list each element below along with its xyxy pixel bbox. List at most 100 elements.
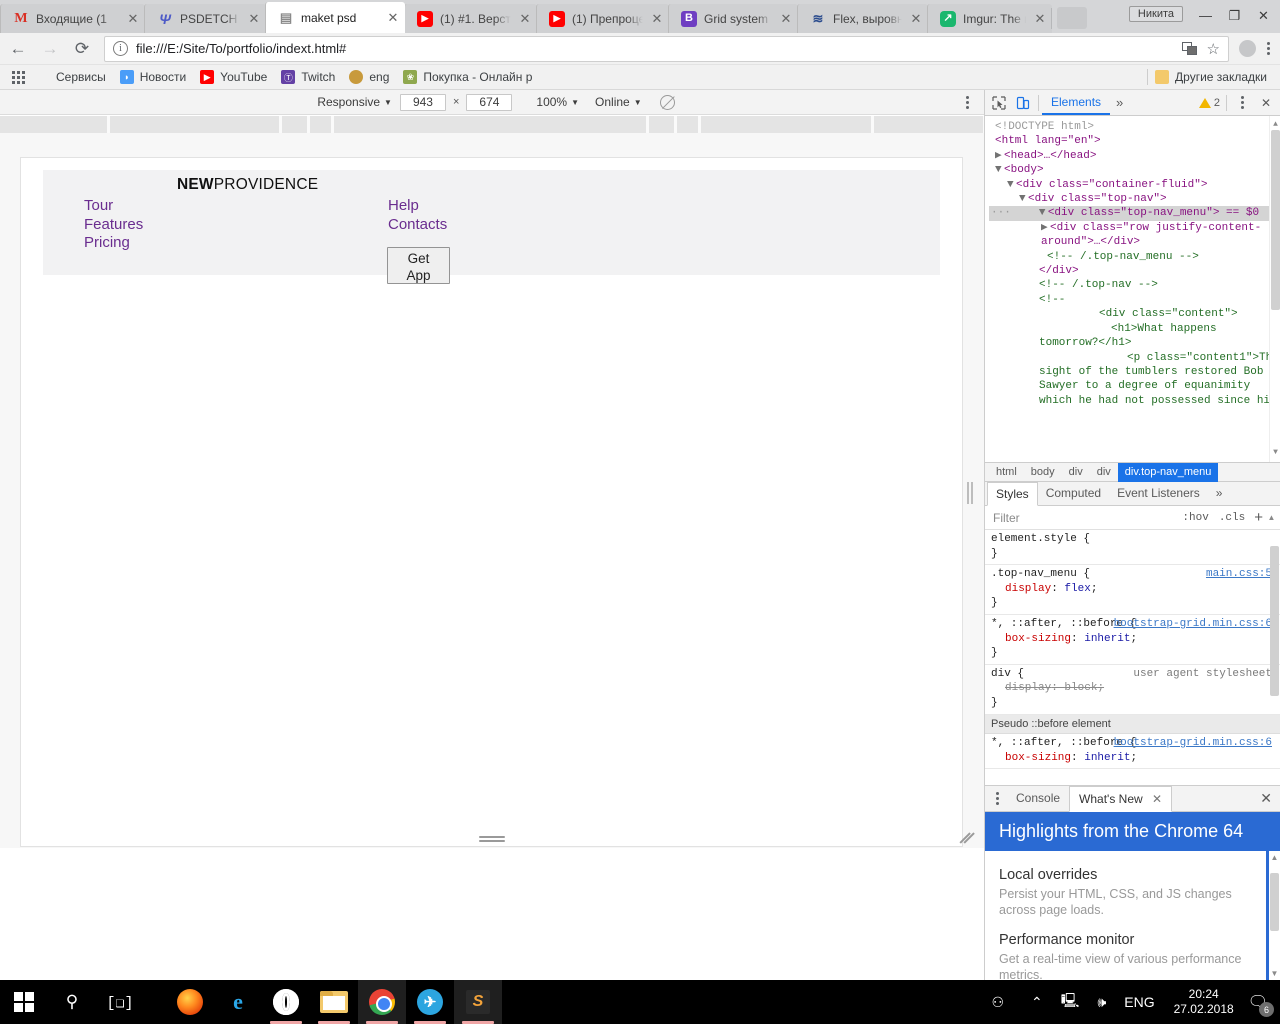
tab-close-icon[interactable]: ✕: [1032, 11, 1048, 27]
apps-grid-icon[interactable]: [12, 71, 25, 84]
breadcrumb-html[interactable]: html: [989, 463, 1024, 482]
rule-source-link[interactable]: bootstrap-grid.min.css:6: [1114, 736, 1272, 751]
dom-node-comment-open[interactable]: <!--: [989, 293, 1280, 307]
bookmark-item[interactable]: ❀ Покупка - Онлайн р: [396, 67, 539, 87]
browser-tab[interactable]: ↗ Imgur: The m ✕: [927, 4, 1052, 33]
language-indicator[interactable]: ENG: [1115, 980, 1163, 1024]
dom-node-top-nav-menu-selected[interactable]: ···▼<div class="top-nav_menu"> == $0: [989, 206, 1280, 220]
maximize-button[interactable]: ❐: [1220, 1, 1249, 30]
tab-close-icon[interactable]: ✕: [246, 11, 262, 27]
browser-tab-active[interactable]: ▤ maket psd ✕: [265, 2, 405, 33]
device-select[interactable]: Responsive ▼: [309, 95, 400, 109]
no-throttling-icon[interactable]: [660, 95, 675, 110]
warning-count-badge[interactable]: 2: [1199, 97, 1223, 109]
style-rule-element-style[interactable]: element.style { }: [985, 530, 1280, 565]
drawer-close-icon[interactable]: ✕: [1252, 790, 1280, 807]
tab-console[interactable]: Console: [1007, 786, 1069, 811]
tab-close-icon[interactable]: ✕: [908, 11, 924, 27]
rule-source-link[interactable]: bootstrap-grid.min.css:6: [1114, 617, 1272, 632]
rule-source-link[interactable]: main.css:5: [1206, 567, 1272, 582]
dom-node-html[interactable]: <html lang="en">: [989, 134, 1280, 148]
nav-link-help[interactable]: Help: [388, 197, 447, 216]
style-rule-pseudo-universal[interactable]: bootstrap-grid.min.css:6 *, ::after, ::b…: [985, 734, 1280, 769]
drawer-menu-icon[interactable]: [987, 787, 1007, 811]
tab-close-icon[interactable]: ✕: [1152, 792, 1162, 806]
more-styles-tabs-icon[interactable]: »: [1208, 482, 1231, 505]
taskbar-edge[interactable]: e: [214, 980, 262, 1024]
breadcrumb-body[interactable]: body: [1024, 463, 1062, 482]
whats-new-item[interactable]: Local overrides Persist your HTML, CSS, …: [999, 867, 1266, 918]
taskbar-file-explorer[interactable]: [310, 980, 358, 1024]
profile-avatar-icon[interactable]: [1239, 40, 1256, 57]
breadcrumb-div[interactable]: div: [1062, 463, 1090, 482]
styles-scroll-up-icon[interactable]: ▲: [1267, 513, 1276, 522]
dom-node-top-nav[interactable]: ▼<div class="top-nav">: [989, 192, 1280, 206]
devtools-close-icon[interactable]: ✕: [1254, 91, 1278, 115]
browser-tab[interactable]: B Grid system · ✕: [668, 4, 798, 33]
tab-close-icon[interactable]: ✕: [649, 11, 665, 27]
zoom-select[interactable]: 100% ▼: [528, 95, 587, 109]
rule-declaration-overridden[interactable]: display: block;: [991, 681, 1274, 696]
scroll-down-icon[interactable]: ▼: [1270, 969, 1279, 978]
devtools-menu-icon[interactable]: [1230, 91, 1254, 115]
get-app-button[interactable]: Get App: [387, 247, 450, 284]
dom-node-h1[interactable]: <h1>What happens tomorrow?</h1>: [989, 322, 1280, 351]
chrome-menu-icon[interactable]: [1256, 36, 1280, 62]
devtools-vertical-splitter[interactable]: [967, 482, 974, 504]
dom-node-body[interactable]: ▼<body>: [989, 163, 1280, 177]
show-hidden-icons-icon[interactable]: ⌃: [1013, 980, 1052, 1024]
dom-node-head[interactable]: ▶<head>…</head>: [989, 149, 1280, 163]
dom-tree-scrollbar[interactable]: ▲ ▼: [1269, 116, 1280, 462]
dom-tree[interactable]: <!DOCTYPE html> <html lang="en"> ▶<head>…: [985, 116, 1280, 462]
breadcrumb-selected[interactable]: div.top-nav_menu: [1118, 463, 1219, 482]
back-icon[interactable]: ←: [4, 35, 32, 63]
breadcrumb-div[interactable]: div: [1090, 463, 1118, 482]
browser-tab[interactable]: ≋ Flex, выровн ✕: [797, 4, 928, 33]
scrollbar-thumb[interactable]: [1270, 546, 1279, 696]
whats-new-list[interactable]: Local overrides Persist your HTML, CSS, …: [985, 851, 1280, 980]
nav-link-contacts[interactable]: Contacts: [388, 216, 447, 235]
reload-icon[interactable]: ⟳: [68, 35, 96, 63]
style-rule-universal[interactable]: bootstrap-grid.min.css:6 *, ::after, ::b…: [985, 615, 1280, 665]
dom-node-close-div[interactable]: </div>: [989, 264, 1280, 278]
nav-link-tour[interactable]: Tour: [84, 197, 143, 216]
address-bar[interactable]: i file:///E:/Site/To/portfolio/indext.ht…: [104, 36, 1229, 62]
close-window-button[interactable]: ✕: [1249, 1, 1278, 30]
dom-node-p-content1[interactable]: <p class="content1">The sight of the tum…: [989, 351, 1280, 409]
dom-node-doctype[interactable]: <!DOCTYPE html>: [989, 120, 1280, 134]
bookmark-item[interactable]: ▶ YouTube: [193, 67, 274, 87]
rule-declaration[interactable]: display: flex;: [991, 582, 1274, 597]
tab-close-icon[interactable]: ✕: [385, 10, 401, 26]
bookmark-item[interactable]: Ⓣ Twitch: [274, 67, 342, 87]
tab-whats-new[interactable]: What's New ✕: [1069, 786, 1172, 812]
task-view-button[interactable]: [❏]: [96, 980, 144, 1024]
minimize-button[interactable]: —: [1191, 1, 1220, 30]
scroll-down-icon[interactable]: ▼: [1271, 446, 1280, 460]
scrollbar-thumb[interactable]: [1270, 873, 1279, 931]
rule-declaration[interactable]: box-sizing: inherit;: [991, 751, 1274, 766]
dom-node-container-fluid[interactable]: ▼<div class="container-fluid">: [989, 178, 1280, 192]
throttling-select[interactable]: Online ▼: [587, 95, 650, 109]
bookmark-item[interactable]: ◗ Новости: [113, 67, 193, 87]
styles-filter-input[interactable]: Filter: [993, 511, 1020, 525]
translate-icon[interactable]: [1182, 42, 1198, 56]
dom-node-comment[interactable]: <!-- /.top-nav -->: [989, 278, 1280, 292]
new-tab-button[interactable]: [1057, 7, 1087, 29]
dom-node-content-div[interactable]: <div class="content">: [989, 307, 1280, 321]
notifications-button[interactable]: 🗨 6: [1244, 980, 1280, 1024]
forward-icon[interactable]: →: [36, 35, 64, 63]
bookmark-item[interactable]: Сервисы: [29, 67, 113, 87]
taskbar-search-button[interactable]: ⚲: [48, 980, 96, 1024]
taskbar-firefox[interactable]: [166, 980, 214, 1024]
taskbar-opera[interactable]: [262, 980, 310, 1024]
bookmark-item[interactable]: eng: [342, 67, 396, 87]
dom-node-comment[interactable]: <!-- /.top-nav_menu -->: [989, 250, 1280, 264]
profile-name-chip[interactable]: Никита: [1129, 6, 1183, 22]
tab-event-listeners[interactable]: Event Listeners: [1109, 482, 1208, 505]
tab-close-icon[interactable]: ✕: [778, 11, 794, 27]
tab-computed[interactable]: Computed: [1038, 482, 1109, 505]
rule-declaration[interactable]: box-sizing: inherit;: [991, 632, 1274, 647]
toggle-device-toolbar-icon[interactable]: [1011, 91, 1035, 115]
bookmark-star-icon[interactable]: ☆: [1207, 40, 1220, 58]
taskbar-telegram[interactable]: ✈: [406, 980, 454, 1024]
